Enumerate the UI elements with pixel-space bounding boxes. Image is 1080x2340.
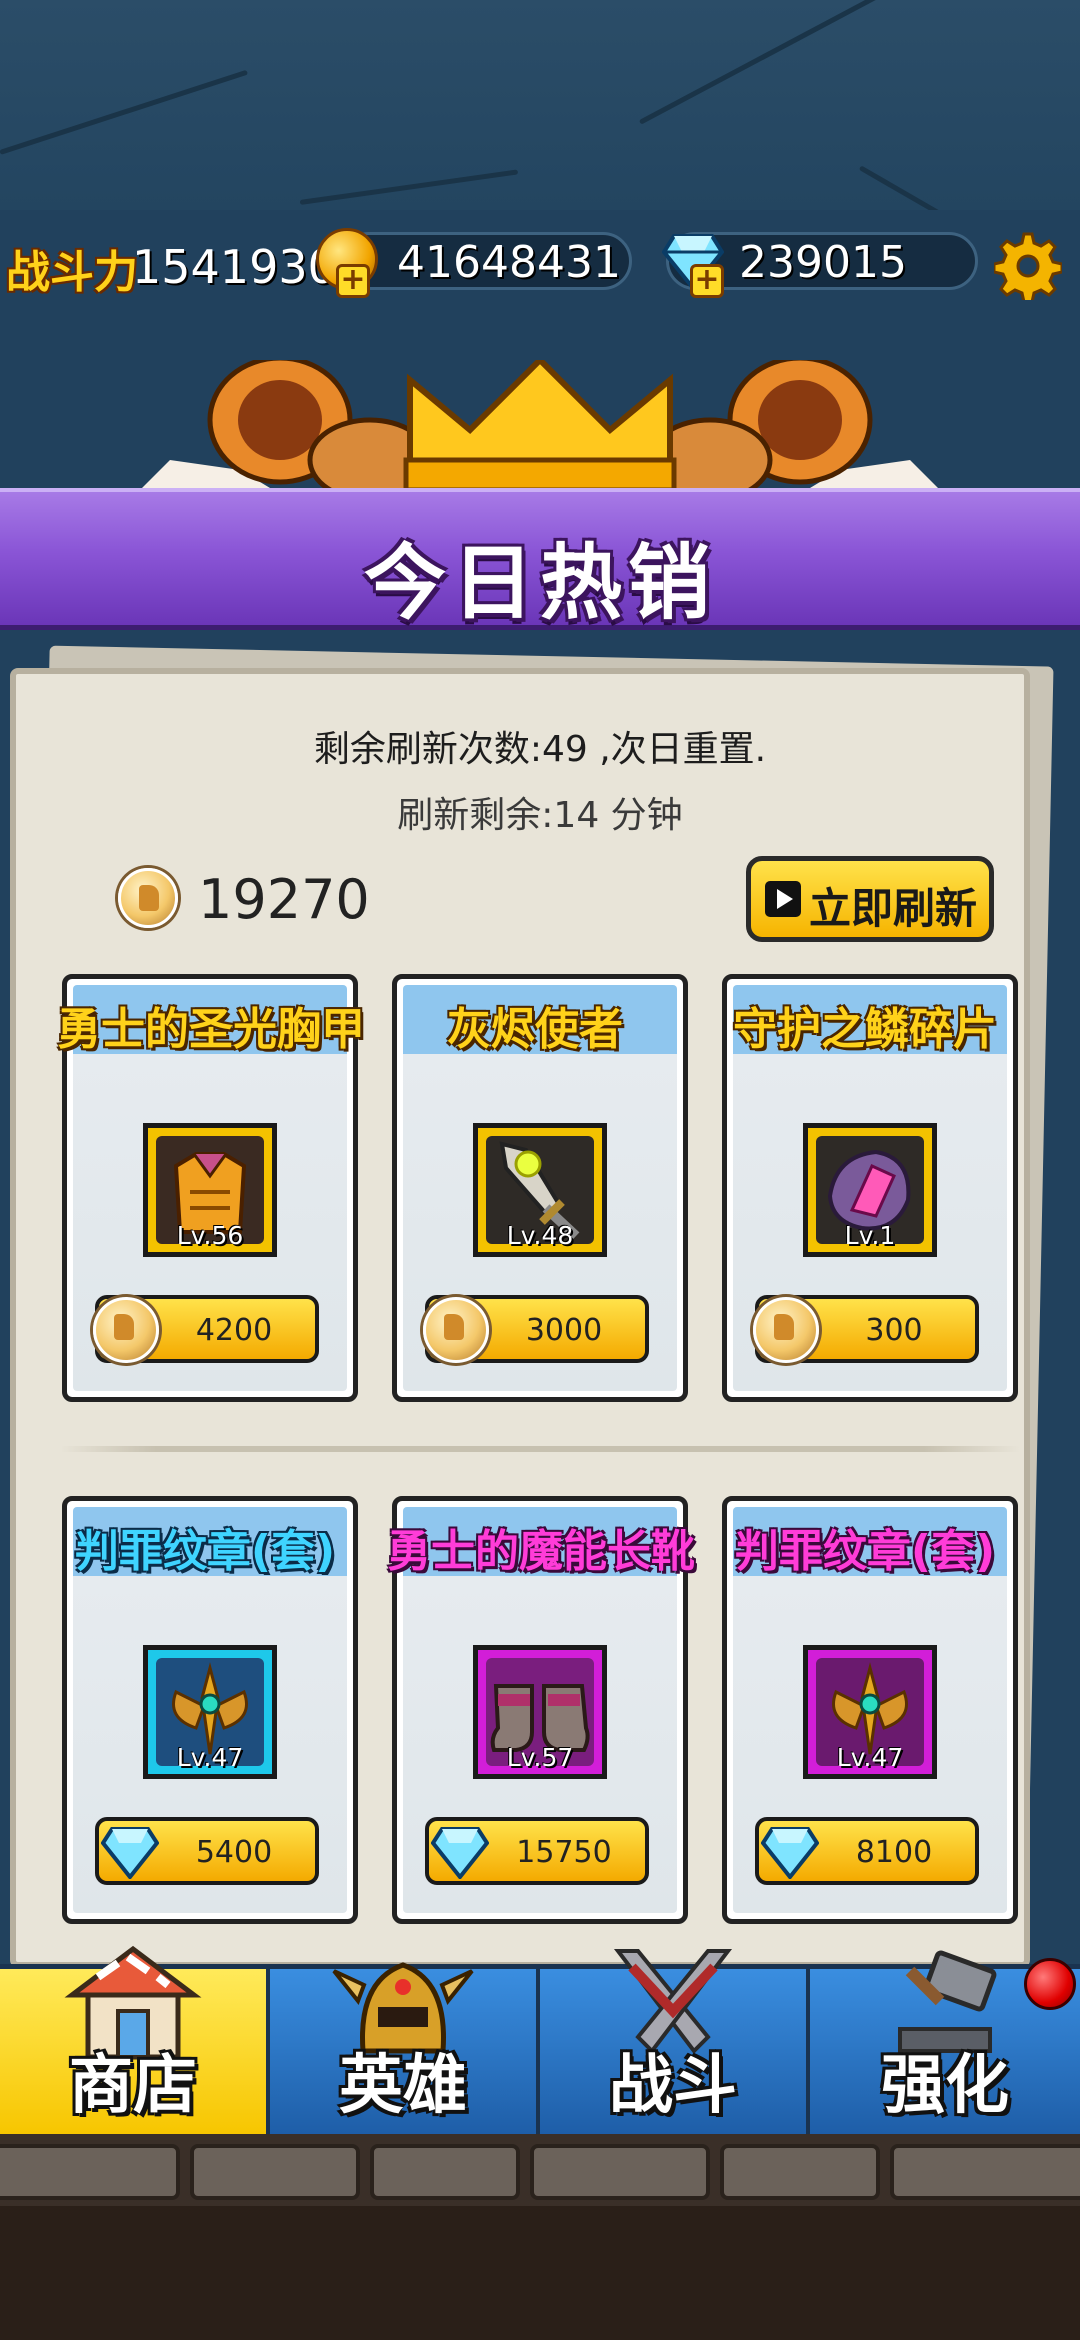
- item-name: 判罪纹章(套): [74, 1526, 336, 1577]
- add-gem-button[interactable]: +: [690, 264, 724, 298]
- refresh-timer-text: 刷新剩余:14 分钟: [397, 795, 683, 836]
- item-price: 4200: [195, 1313, 273, 1348]
- floor-brick: [370, 2144, 520, 2200]
- buy-button[interactable]: 3000: [423, 1295, 649, 1363]
- shop-token-count: 19270: [198, 868, 370, 931]
- buy-button[interactable]: 300: [753, 1295, 979, 1363]
- item-price: 15750: [516, 1835, 612, 1870]
- resource-bar: 战斗力 1541930 41648431 + 239015 +: [0, 218, 1080, 308]
- tab-battle[interactable]: 战斗: [540, 1949, 810, 2134]
- background-crack: [0, 69, 249, 155]
- item-name: 勇士的圣光胸甲: [57, 1004, 365, 1055]
- item-level: Lv.47: [176, 1743, 244, 1772]
- tab-heroes-label: 英雄: [339, 2049, 467, 2123]
- combat-power-label: 战斗力: [6, 247, 138, 298]
- item-level: Lv.56: [176, 1221, 244, 1250]
- tab-battle-label: 战斗: [609, 2049, 737, 2123]
- item-name: 守护之鳞碎片: [733, 1004, 997, 1055]
- floor-decoration: [0, 2134, 1080, 2340]
- item-level: Lv.48: [506, 1221, 574, 1250]
- buy-button[interactable]: 15750: [425, 1817, 649, 1885]
- add-gold-button[interactable]: +: [336, 264, 370, 298]
- item-slot: Lv.47: [803, 1645, 937, 1779]
- floor-brick: [530, 2144, 710, 2200]
- buy-button[interactable]: 4200: [93, 1295, 319, 1363]
- banner-decoration: [130, 360, 950, 500]
- tab-upgrade-label: 强化: [881, 2049, 1009, 2123]
- shop-item-card[interactable]: 勇士的魔能长靴 Lv.57 15750: [387, 1496, 695, 1924]
- shop-item-card[interactable]: 勇士的圣光胸甲 Lv.56 4200: [57, 974, 365, 1402]
- shop-item-card[interactable]: 判罪纹章(套) Lv.47 8100: [722, 1496, 1018, 1924]
- hot-sales-banner: 今日热销: [0, 488, 1080, 631]
- gold-counter: 41648431: [340, 232, 632, 290]
- tab-heroes[interactable]: 英雄: [270, 1962, 540, 2134]
- refresh-now-label: 立即刷新: [809, 884, 978, 933]
- item-price: 5400: [195, 1835, 273, 1870]
- shop-item-card[interactable]: 判罪纹章(套) Lv.47 5400: [62, 1496, 358, 1924]
- floor-brick: [720, 2144, 880, 2200]
- shop-item-card[interactable]: 灰烬使者 Lv.48 3000: [392, 974, 688, 1402]
- refresh-now-button[interactable]: 立即刷新: [746, 856, 994, 942]
- item-price: 3000: [525, 1313, 603, 1348]
- tab-shop[interactable]: 商店: [0, 1945, 270, 2134]
- item-slot: Lv.56: [143, 1123, 277, 1257]
- item-level: Lv.1: [844, 1221, 896, 1250]
- refresh-count-text: 剩余刷新次数:49 ,次日重置.: [313, 729, 767, 770]
- item-slot: Lv.57: [473, 1645, 607, 1779]
- item-name: 灰烬使者: [447, 1004, 623, 1055]
- combat-power-value: 1541930: [132, 240, 337, 294]
- floor-brick: [890, 2144, 1080, 2200]
- shop-token-icon: [118, 868, 178, 928]
- item-price: 8100: [855, 1835, 933, 1870]
- buy-button[interactable]: 5400: [95, 1817, 319, 1885]
- item-slot: Lv.48: [473, 1123, 607, 1257]
- buy-button[interactable]: 8100: [755, 1817, 979, 1885]
- item-slot: Lv.1: [803, 1123, 937, 1257]
- shop-item-card[interactable]: 守护之鳞碎片 Lv.1 300: [722, 974, 1018, 1402]
- item-name: 勇士的魔能长靴: [387, 1526, 695, 1577]
- floor-brick: [0, 2144, 180, 2200]
- item-level: Lv.47: [836, 1743, 904, 1772]
- background-crack: [299, 169, 519, 205]
- bottom-nav: 商店 英雄 战斗 强化: [0, 1945, 1080, 2134]
- floor-brick: [190, 2144, 360, 2200]
- tab-shop-label: 商店: [69, 2049, 197, 2123]
- item-name: 判罪纹章(套): [734, 1526, 996, 1577]
- video-play-icon: [765, 881, 801, 917]
- gem-value: 239015: [739, 237, 907, 288]
- notification-badge: [1024, 1958, 1076, 2010]
- row-divider: [60, 1446, 1020, 1452]
- gold-value: 41648431: [397, 237, 621, 288]
- item-level: Lv.57: [506, 1743, 574, 1772]
- settings-gear-icon[interactable]: [994, 232, 1062, 300]
- item-slot: Lv.47: [143, 1645, 277, 1779]
- banner-title: 今日热销: [363, 536, 716, 631]
- item-price: 300: [865, 1313, 923, 1348]
- top-background: [0, 0, 1080, 240]
- background-crack: [638, 0, 907, 125]
- floor-shadow: [0, 2206, 1080, 2340]
